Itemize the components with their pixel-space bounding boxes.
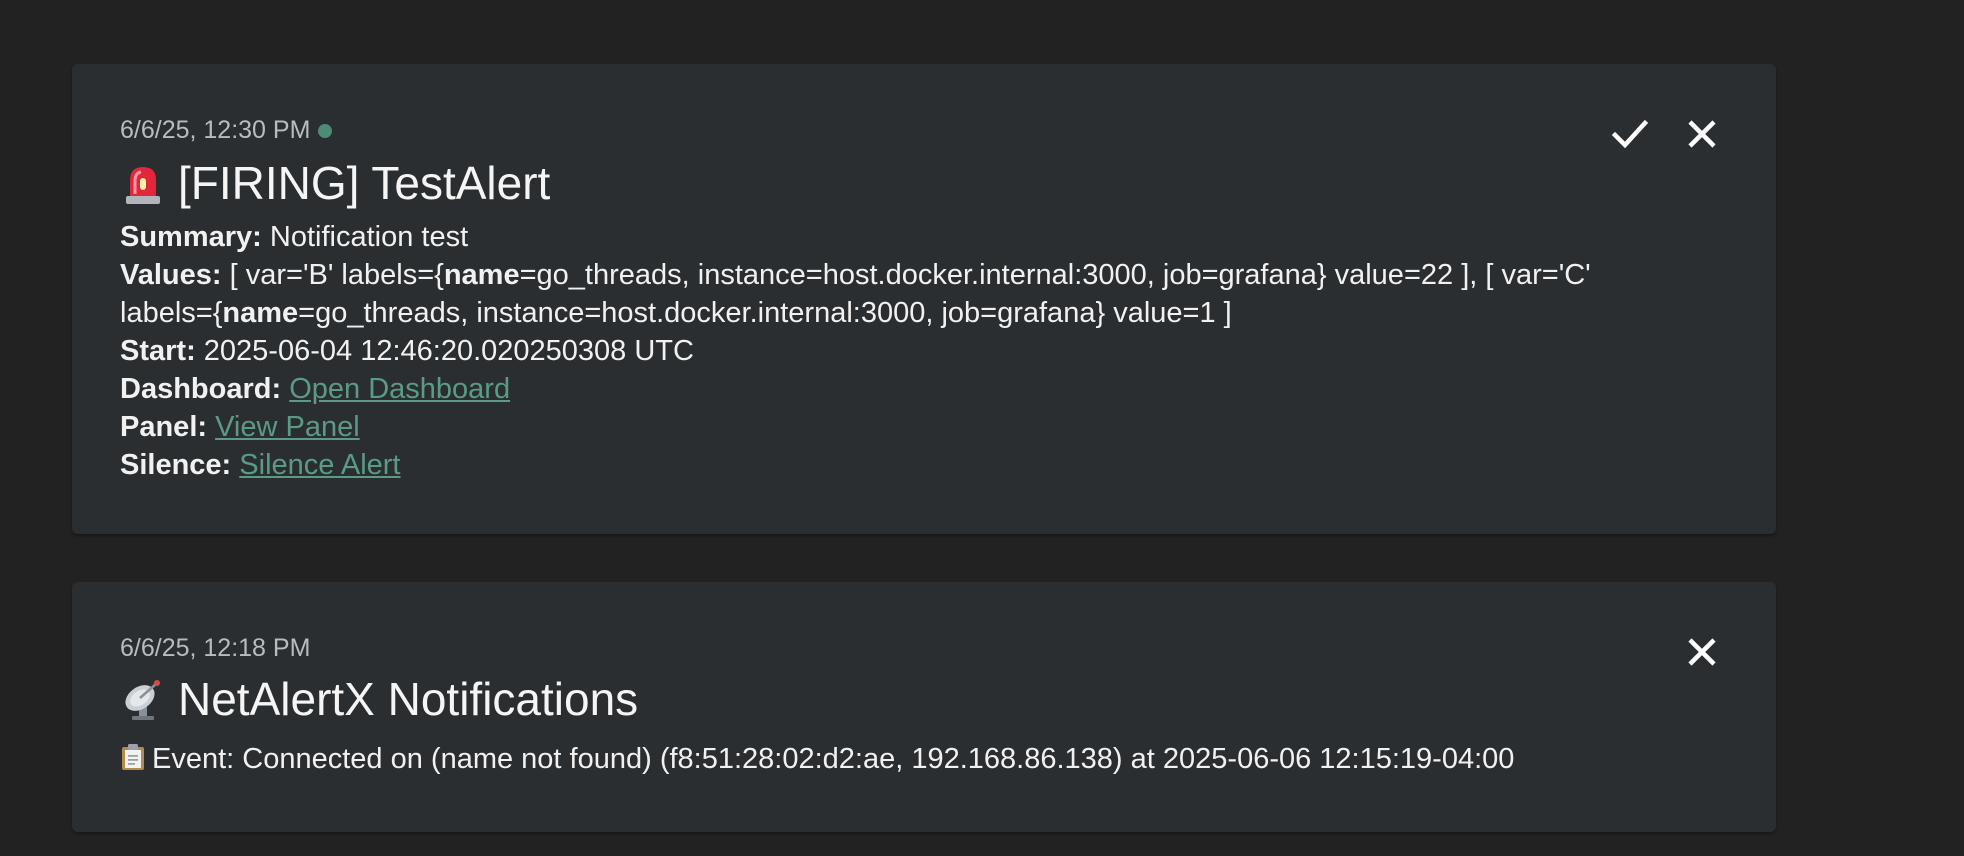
notification-timestamp-row: 6/6/25, 12:30 PM	[120, 116, 333, 145]
values-line: Values: [ var='B' labels={name=go_thread…	[120, 256, 1646, 332]
silence-label: Silence:	[120, 449, 232, 481]
values-name-key: name	[443, 259, 520, 291]
open-dashboard-link[interactable]: Open Dashboard	[289, 373, 510, 405]
notification-timestamp: 6/6/25, 12:18 PM	[120, 634, 311, 662]
silence-alert-link[interactable]: Silence Alert	[239, 449, 400, 481]
event-text: Event: Connected on (name not found) (f8…	[152, 743, 1515, 775]
notification-body: Event: Connected on (name not found) (f8…	[120, 740, 1646, 781]
notification-title-row: NetAlertX Notifications	[120, 672, 638, 726]
summary-label: Summary:	[120, 221, 262, 253]
notification-title: [FIRING] TestAlert	[178, 157, 551, 209]
start-line: Start: 2025-06-04 12:46:20.020250308 UTC	[120, 332, 1646, 370]
values-name-key: name	[222, 297, 299, 329]
dismiss-button[interactable]	[1680, 112, 1724, 156]
mark-read-button[interactable]	[1608, 112, 1652, 156]
close-icon	[1688, 638, 1716, 666]
dashboard-line: Dashboard: Open Dashboard	[120, 370, 1646, 408]
view-panel-link[interactable]: View Panel	[215, 411, 360, 443]
notification-title: NetAlertX Notifications	[178, 673, 639, 725]
check-icon	[1611, 119, 1649, 149]
notification-body: Summary: Notification test Values: [ var…	[120, 218, 1646, 484]
satellite-antenna-icon	[120, 676, 166, 722]
panel-label: Panel:	[120, 411, 208, 443]
notification-card: 6/6/25, 12:30 PM [FIRING] TestAlert Summ…	[72, 64, 1776, 534]
values-text-part: =go_threads, instance=host.docker.intern…	[519, 259, 1494, 291]
values-text-part: =go_threads, instance=host.docker.intern…	[298, 297, 1232, 329]
unread-dot-icon	[318, 123, 333, 138]
silence-line: Silence: Silence Alert	[120, 446, 1646, 484]
clipboard-icon	[120, 743, 146, 781]
dismiss-button[interactable]	[1680, 630, 1724, 674]
dashboard-label: Dashboard:	[120, 373, 282, 405]
start-label: Start:	[120, 335, 196, 367]
notification-title-row: [FIRING] TestAlert	[120, 156, 550, 210]
event-line: Event: Connected on (name not found) (f8…	[120, 740, 1646, 781]
panel-line: Panel: View Panel	[120, 408, 1646, 446]
close-icon	[1688, 120, 1716, 148]
summary-value: Notification test	[269, 221, 469, 253]
start-value: 2025-06-04 12:46:20.020250308 UTC	[203, 335, 694, 367]
summary-line: Summary: Notification test	[120, 218, 1646, 256]
notification-card: 6/6/25, 12:18 PM NetAlertX Notifications	[72, 582, 1776, 832]
notification-timestamp-row: 6/6/25, 12:18 PM	[120, 634, 310, 663]
values-text-part: [ var='B' labels={	[229, 259, 444, 291]
notification-timestamp: 6/6/25, 12:30 PM	[120, 116, 311, 144]
values-label: Values:	[120, 259, 222, 291]
police-light-icon	[120, 160, 166, 206]
